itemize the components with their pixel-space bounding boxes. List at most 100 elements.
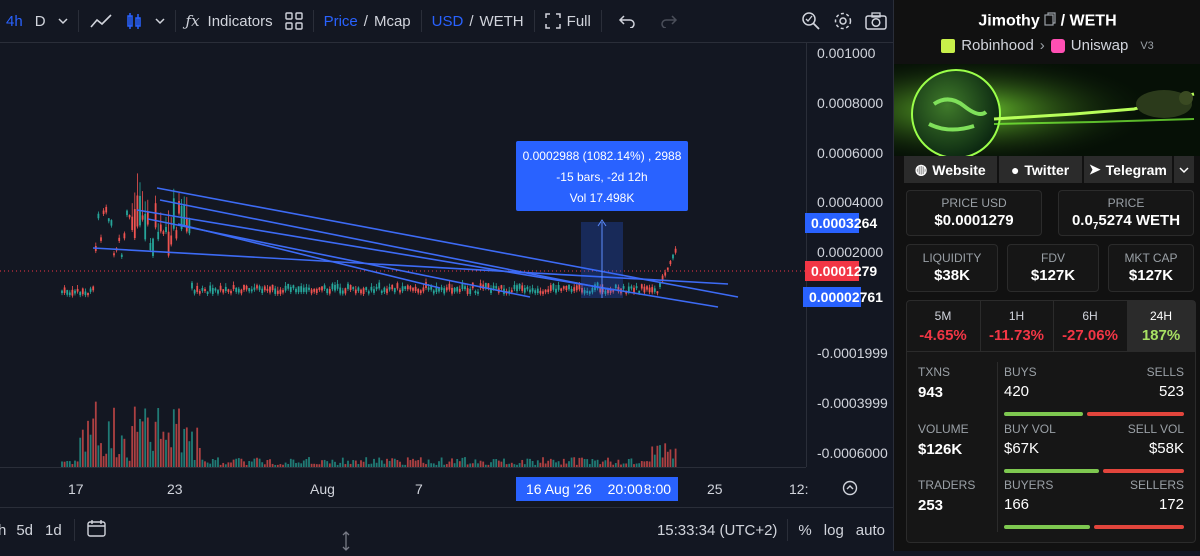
volume-bar	[139, 418, 141, 467]
website-button[interactable]: ◍ Website	[904, 156, 997, 183]
camera-icon[interactable]	[859, 0, 893, 42]
candle	[456, 287, 459, 292]
goto-date-icon[interactable]	[842, 480, 858, 501]
usd-option[interactable]: USD	[432, 13, 464, 30]
candle	[443, 288, 446, 294]
candle	[113, 253, 115, 256]
traders-row: TRADERS 253 BUYERS SELLERS 166 172	[904, 478, 1194, 533]
copy-icon[interactable]	[1044, 12, 1056, 31]
tf-5m[interactable]: 5M -4.65%	[907, 301, 979, 351]
volume-bar	[573, 457, 576, 467]
candle	[362, 288, 365, 294]
candle	[409, 286, 412, 290]
dex-name[interactable]: Uniswap	[1071, 37, 1129, 54]
gear-icon[interactable]	[827, 0, 859, 42]
time-tick: 17	[68, 481, 84, 497]
trend-line[interactable]	[136, 209, 719, 308]
weth-option[interactable]: WETH	[479, 13, 523, 30]
candle	[141, 215, 144, 220]
volume-bar	[393, 458, 396, 467]
volume-bar	[126, 457, 128, 467]
volume-bar	[237, 458, 240, 467]
chevron-down-icon[interactable]	[52, 0, 74, 42]
indicators-button[interactable]: ƒx Indicators	[180, 0, 279, 42]
range-1d[interactable]: 1d	[45, 522, 62, 539]
range-5d[interactable]: 5d	[16, 522, 33, 539]
redo-icon[interactable]	[648, 0, 690, 42]
log-toggle[interactable]: log	[824, 522, 844, 539]
send-icon: ➤	[1088, 161, 1101, 177]
volume-bar	[521, 459, 524, 467]
volume-bar	[526, 458, 529, 467]
candle	[373, 289, 375, 293]
buyvol-bar	[1004, 469, 1099, 473]
buyers-value: 166	[1004, 496, 1030, 513]
line-chart-icon[interactable]	[83, 0, 119, 42]
price-usd-card: PRICE USD $0.0001279	[906, 190, 1042, 236]
fullscreen-button[interactable]: Full	[539, 0, 597, 42]
time-axis[interactable]: 17 23 Aug 7 25 12:	[0, 467, 858, 508]
twitter-button[interactable]: ● Twitter	[998, 156, 1082, 183]
candle	[321, 286, 323, 291]
candle	[217, 290, 219, 294]
layout-grid-icon[interactable]	[279, 0, 309, 42]
price-tick: 0.0006000	[817, 145, 884, 161]
range-option[interactable]: h	[0, 522, 6, 539]
candle	[118, 237, 121, 241]
volume-bar	[256, 457, 258, 467]
volume-bar	[123, 438, 126, 467]
price-mcap-toggle[interactable]: Price / Mcap	[318, 0, 417, 42]
divider	[787, 519, 789, 541]
candle	[568, 284, 570, 290]
price-axis[interactable]: 0.001000 0.0008000 0.0006000 0.0004000 0…	[803, 42, 894, 467]
more-links-button[interactable]	[1174, 156, 1194, 183]
candle	[578, 284, 581, 290]
volume-bar	[373, 458, 375, 467]
price-tick: 0.0008000	[817, 95, 884, 111]
candle	[635, 286, 638, 289]
chart-pane[interactable]: 4h D ƒx Indicators Price / Mcap USD / WE…	[0, 0, 893, 551]
telegram-button[interactable]: ➤ Telegram	[1083, 156, 1173, 183]
tf-24h[interactable]: 24H 187%	[1127, 301, 1195, 351]
volume-bar	[386, 458, 388, 467]
candle	[159, 224, 162, 232]
undo-icon[interactable]	[606, 0, 648, 42]
measure-tooltip: 0.0002988 (1082.14%) , 2988 -15 bars, -2…	[516, 141, 688, 211]
candle	[152, 238, 154, 257]
quick-search-icon[interactable]	[795, 0, 827, 42]
candle	[544, 289, 547, 293]
candle	[253, 287, 256, 290]
candles-icon[interactable]	[119, 0, 149, 42]
interval-4h[interactable]: 4h	[0, 0, 29, 42]
trend-line[interactable]	[159, 199, 613, 291]
liquidity-card: LIQUIDITY $38K	[906, 244, 998, 292]
volume-bar	[79, 437, 82, 467]
trend-line[interactable]	[92, 247, 729, 285]
candle	[336, 283, 339, 289]
volume-bar	[474, 459, 477, 467]
mcap-option[interactable]: Mcap	[374, 13, 411, 30]
price-option[interactable]: Price	[324, 13, 358, 30]
price-plot[interactable]	[0, 42, 806, 467]
volume-bar	[196, 427, 199, 467]
interval-d[interactable]: D	[29, 0, 52, 42]
candle	[87, 292, 89, 296]
candle	[573, 287, 576, 292]
tf-6h[interactable]: 6H -27.06%	[1053, 301, 1126, 351]
volume-bar	[235, 458, 238, 467]
auto-toggle[interactable]: auto	[856, 522, 885, 539]
uniswap-icon	[1050, 38, 1065, 53]
currency-toggle[interactable]: USD / WETH	[426, 0, 530, 42]
candle	[653, 288, 656, 292]
candle	[128, 215, 131, 218]
chain-name[interactable]: Robinhood	[961, 37, 1034, 54]
tf-1h[interactable]: 1H -11.73%	[980, 301, 1052, 351]
chevron-down-icon[interactable]	[149, 0, 171, 42]
percent-toggle[interactable]: %	[798, 522, 811, 539]
candle	[266, 288, 269, 291]
buys-bar	[1004, 412, 1083, 416]
resize-handle-icon[interactable]	[340, 531, 352, 556]
time-tick: 25	[707, 481, 723, 497]
candle	[492, 285, 495, 289]
calendar-range-icon[interactable]	[87, 519, 107, 541]
